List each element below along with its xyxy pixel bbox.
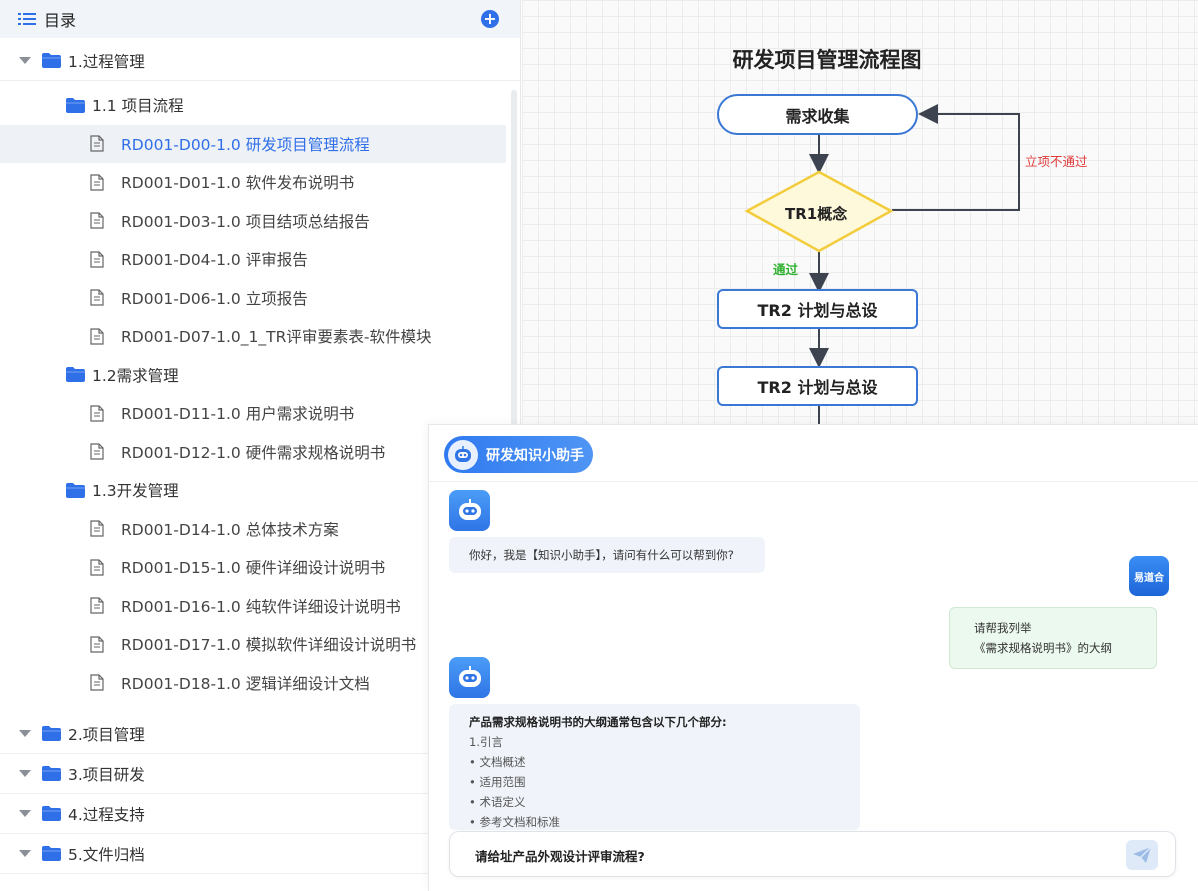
send-button[interactable] bbox=[1126, 840, 1158, 870]
message-text: 你好，我是【知识小助手】，请问有什么可以帮到你? bbox=[469, 548, 734, 562]
message-text: 产品需求规格说明书的大纲通常包含以下几个部分: bbox=[469, 715, 727, 729]
tree-doc-item[interactable]: RD001-D03-1.0 项目结项总结报告 bbox=[0, 202, 520, 240]
folder-icon bbox=[42, 846, 61, 861]
node-tr1[interactable]: TR1概念 bbox=[785, 203, 847, 224]
message-text: • 参考文档和标准 bbox=[469, 815, 560, 829]
plus-circle-icon[interactable]: + bbox=[481, 10, 499, 28]
tree-doc-item[interactable]: RD001-D04-1.0 评审报告 bbox=[0, 240, 520, 278]
document-icon bbox=[90, 443, 104, 460]
document-icon bbox=[90, 327, 104, 345]
bot-badge[interactable]: 研发知识小助手 bbox=[444, 436, 593, 473]
edge-label-reject: 立项不通过 bbox=[1025, 154, 1088, 169]
message-text: • 文档概述 bbox=[469, 755, 526, 769]
message-text: 请帮我列举 bbox=[974, 621, 1032, 635]
folder-icon bbox=[42, 53, 61, 68]
doc-label: RD001-D16-1.0 纯软件详细设计说明书 bbox=[121, 597, 401, 616]
group-label: 1.3开发管理 bbox=[92, 482, 179, 500]
edge-label-pass: 通过 bbox=[773, 262, 799, 277]
doc-label: RD001-D03-1.0 项目结项总结报告 bbox=[121, 212, 370, 231]
document-icon bbox=[90, 674, 104, 691]
document-icon bbox=[90, 558, 104, 576]
folder-icon bbox=[42, 726, 61, 741]
paper-plane-icon bbox=[1133, 846, 1152, 863]
document-icon bbox=[90, 404, 104, 422]
doc-label: RD001-D17-1.0 模拟软件详细设计说明书 bbox=[121, 636, 417, 654]
chat-panel: 研发知识小助手 你好，我是【知识小助手】，请问有什么可以帮到你? 易道合 请帮我… bbox=[428, 424, 1198, 891]
bot-avatar bbox=[449, 657, 490, 698]
folder-icon bbox=[42, 806, 61, 821]
doc-label: RD001-D15-1.0 硬件详细设计说明书 bbox=[121, 559, 386, 577]
tree-scrollbar[interactable] bbox=[511, 90, 517, 430]
folder-icon bbox=[66, 367, 85, 382]
folder-icon bbox=[66, 97, 85, 113]
section-label: 1.过程管理 bbox=[68, 52, 145, 71]
doc-label: RD001-D07-1.0_1_TR评审要素表-软件模块 bbox=[121, 328, 432, 346]
chevron-down-icon[interactable] bbox=[19, 770, 31, 777]
flowchart-connectors bbox=[744, 104, 1020, 424]
doc-label: RD001-D18-1.0 逻辑详细设计文档 bbox=[121, 674, 370, 693]
bot-avatar bbox=[449, 490, 490, 531]
group-label: 1.2需求管理 bbox=[92, 366, 179, 385]
doc-label: RD001-D04-1.0 评审报告 bbox=[121, 251, 308, 269]
chat-input[interactable]: 请给址产品外观设计评审流程? bbox=[449, 831, 1176, 877]
message-text: 1.引言 bbox=[469, 735, 503, 749]
list-icon bbox=[18, 13, 36, 25]
doc-label: RD001-D01-1.0 软件发布说明书 bbox=[121, 174, 355, 192]
robot-icon bbox=[448, 439, 478, 470]
bot-name: 研发知识小助手 bbox=[486, 447, 584, 464]
section-label: 3.项目研发 bbox=[68, 765, 145, 784]
message-text: • 适用范围 bbox=[469, 775, 526, 789]
tree-doc-item[interactable]: RD001-D06-1.0 立项报告 bbox=[0, 279, 520, 317]
document-icon bbox=[90, 135, 104, 152]
tree-group[interactable]: 1.2需求管理 bbox=[0, 356, 520, 394]
chat-header: 研发知识小助手 bbox=[429, 425, 1198, 482]
flowchart-canvas: 研发项目管理流程图 需求收集 TR1概念 TR2 计划与总设 TR2 计划与总设… bbox=[522, 0, 1198, 424]
document-icon bbox=[90, 289, 104, 306]
chevron-down-icon[interactable] bbox=[19, 730, 31, 737]
node-tr2-plan-a[interactable]: TR2 计划与总设 bbox=[717, 289, 918, 329]
tree-group[interactable]: 1.1 项目流程 bbox=[0, 86, 520, 124]
doc-label: RD001-D11-1.0 用户需求说明书 bbox=[121, 405, 355, 423]
folder-icon bbox=[42, 766, 61, 781]
document-icon bbox=[90, 250, 104, 268]
section-label: 2.项目管理 bbox=[68, 725, 145, 744]
doc-label: RD001-D12-1.0 硬件需求规格说明书 bbox=[121, 443, 386, 462]
tree-doc-item[interactable]: RD001-D01-1.0 软件发布说明书 bbox=[0, 163, 520, 201]
doc-label: RD001-D14-1.0 总体技术方案 bbox=[121, 520, 339, 539]
document-icon bbox=[90, 520, 104, 537]
document-icon bbox=[90, 212, 104, 229]
node-tr2-plan-b[interactable]: TR2 计划与总设 bbox=[717, 366, 918, 406]
section-label: 5.文件归档 bbox=[68, 845, 145, 864]
message-text: 《需求规格说明书》的大纲 bbox=[974, 641, 1112, 655]
node-collect[interactable]: 需求收集 bbox=[717, 94, 918, 135]
document-icon bbox=[90, 597, 104, 614]
robot-icon bbox=[458, 498, 481, 520]
doc-label: RD001-D00-1.0 研发项目管理流程 bbox=[121, 135, 370, 154]
toc-title: 目录 bbox=[44, 11, 77, 30]
chat-message-bot-1: 你好，我是【知识小助手】，请问有什么可以帮到你? bbox=[449, 537, 765, 573]
tree-doc-item[interactable]: RD001-D07-1.0_1_TR评审要素表-软件模块 bbox=[0, 317, 520, 355]
chevron-down-icon[interactable] bbox=[19, 57, 31, 64]
group-label: 1.1 项目流程 bbox=[92, 97, 184, 115]
document-icon bbox=[90, 635, 104, 653]
doc-label: RD001-D06-1.0 立项报告 bbox=[121, 289, 308, 308]
tree-doc-item[interactable]: RD001-D00-1.0 研发项目管理流程 bbox=[0, 124, 506, 163]
toc-header: 目录 + bbox=[0, 0, 520, 38]
robot-icon bbox=[458, 665, 481, 687]
chevron-down-icon[interactable] bbox=[19, 850, 31, 857]
chat-input-value[interactable]: 请给址产品外观设计评审流程? bbox=[475, 846, 645, 865]
chevron-down-icon[interactable] bbox=[19, 810, 31, 817]
user-avatar: 易道合 bbox=[1129, 556, 1169, 596]
chat-message-bot-2: 产品需求规格说明书的大纲通常包含以下几个部分: 1.引言 • 文档概述 • 适用… bbox=[449, 704, 860, 830]
document-icon bbox=[90, 173, 104, 191]
folder-icon bbox=[66, 482, 85, 498]
chat-message-user: 请帮我列举 《需求规格说明书》的大纲 bbox=[949, 607, 1157, 669]
message-text: • 术语定义 bbox=[469, 795, 526, 809]
tree-section[interactable]: 1.过程管理 bbox=[0, 41, 520, 81]
section-label: 4.过程支持 bbox=[68, 805, 145, 824]
